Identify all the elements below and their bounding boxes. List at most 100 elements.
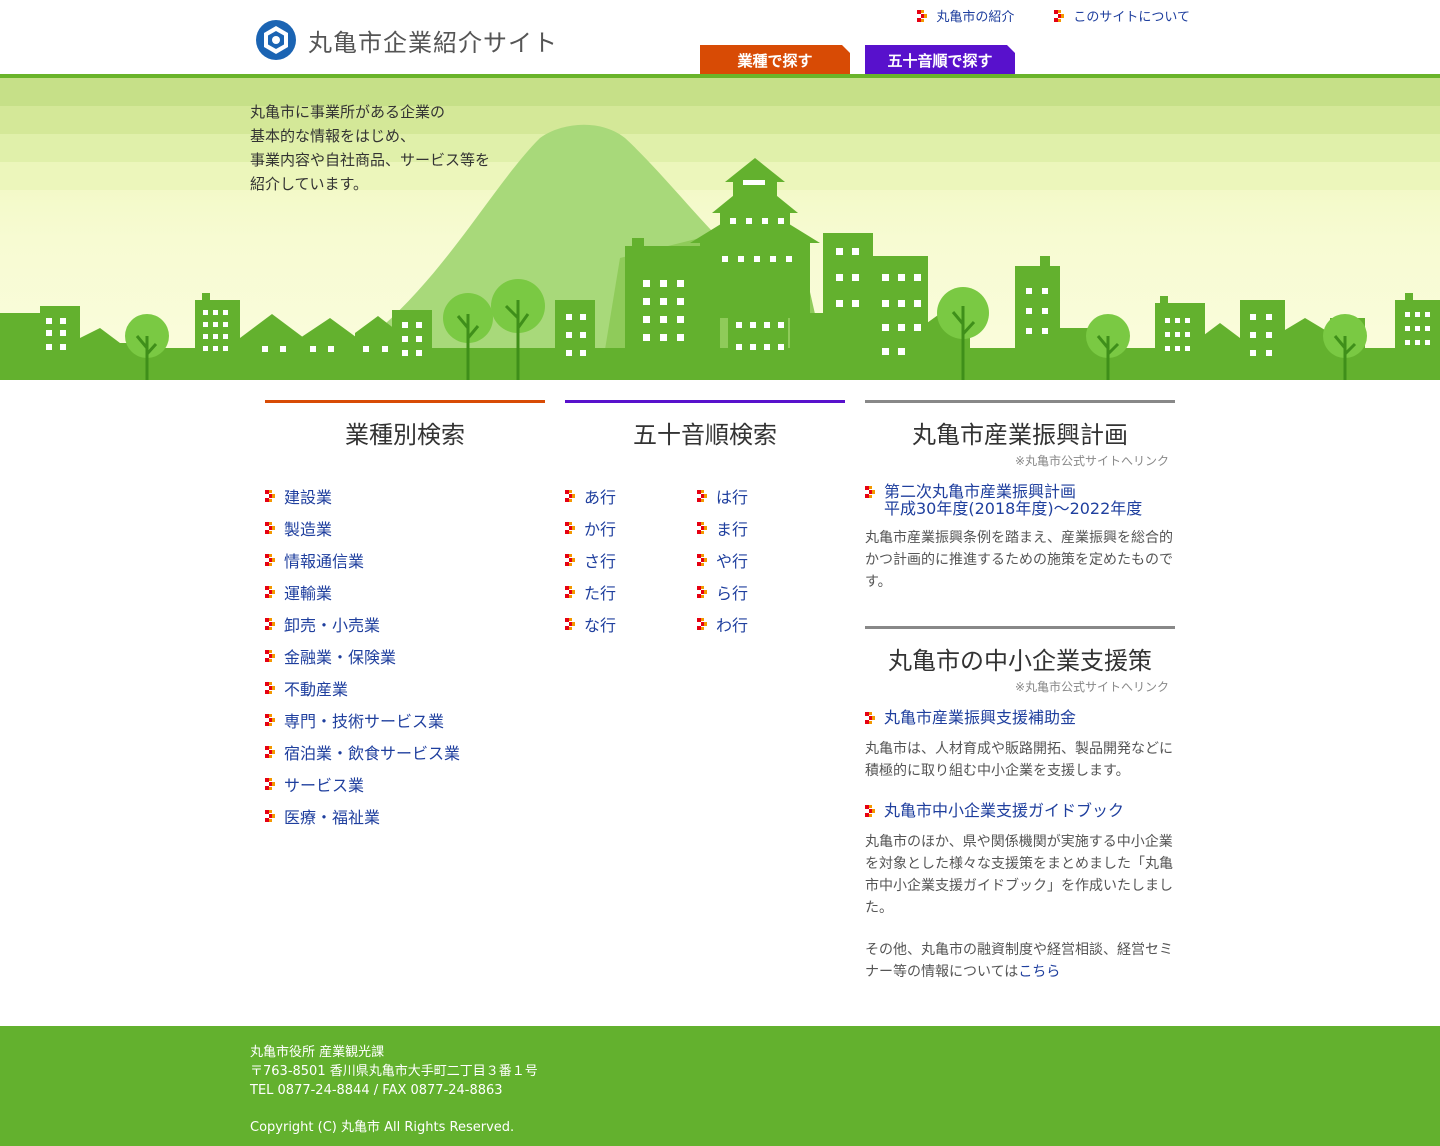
arrow-bullet-icon [697, 586, 707, 598]
kana-link[interactable]: ま行 [697, 512, 829, 544]
arrow-bullet-icon [265, 682, 275, 694]
site-title: 丸亀市企業紹介サイト [308, 28, 558, 57]
arrow-bullet-icon [265, 714, 275, 726]
arrow-bullet-icon [265, 778, 275, 790]
arrow-bullet-icon [697, 490, 707, 502]
industry-link[interactable]: 不動産業 [265, 672, 545, 704]
kana-link-label: ら行 [716, 584, 749, 603]
footer-office: 丸亀市役所 産業観光課 [250, 1045, 385, 1060]
arrow-bullet-icon [265, 586, 275, 598]
arrow-bullet-icon [265, 650, 275, 662]
kana-link-label: か行 [584, 520, 617, 539]
tab-by-industry[interactable]: 業種で探す [700, 45, 850, 75]
city-skyline-illustration [0, 124, 1440, 380]
subsidy-description: 丸亀市は、人材育成や販路開拓、製品開発などに積極的に取り組む中小企業を支援します… [865, 741, 1173, 779]
industry-link-label: 不動産業 [284, 680, 349, 699]
industry-list: 建設業 製造業 情報通信業 運輸業 卸売・小売業 金融業・保険業 不動産業 専門… [265, 480, 545, 832]
industry-plan-link-line: 第二次丸亀市産業振興計画 [884, 482, 1077, 501]
arrow-bullet-icon [265, 554, 275, 566]
link-about-marugame-label: 丸亀市の紹介 [936, 10, 1015, 25]
external-link-note: ※丸亀市公式サイトへリンク [1014, 680, 1169, 694]
hero-line: 事業内容や自社商品、サービス等を [250, 151, 491, 169]
arrow-bullet-icon [697, 618, 707, 630]
kana-grid: あ行 は行 か行 ま行 さ行 や行 た行 ら行 な行 わ行 [565, 480, 845, 640]
industry-plan-link-line: 平成30年度(2018年度)～2022年度 [884, 499, 1143, 518]
industry-link[interactable]: サービス業 [265, 768, 545, 800]
footer-copyright: Copyright (C) 丸亀市 All Rights Reserved. [250, 1120, 515, 1135]
industry-link[interactable]: 製造業 [265, 512, 545, 544]
industry-link[interactable]: 専門・技術サービス業 [265, 704, 545, 736]
footer-phone: TEL 0877-24-8844 / FAX 0877-24-8863 [250, 1083, 503, 1098]
industry-link[interactable]: 建設業 [265, 480, 545, 512]
kana-link[interactable]: た行 [565, 576, 697, 608]
industry-plan-link-text: 第二次丸亀市産業振興計画 平成30年度(2018年度)～2022年度 [884, 483, 1142, 517]
external-link-note: ※丸亀市公式サイトへリンク [1014, 454, 1169, 468]
footer-address: 〒763-8501 香川県丸亀市大手町二丁目３番１号 [250, 1064, 538, 1079]
link-about-site[interactable]: このサイトについて [1054, 6, 1190, 25]
industry-link-label: 金融業・保険業 [284, 648, 397, 667]
sme-support-title: 丸亀市の中小企業支援策 [888, 647, 1152, 675]
industry-link-label: 運輸業 [284, 584, 333, 603]
site-logo[interactable]: 丸亀市企業紹介サイト [256, 20, 558, 60]
industry-link[interactable]: 宿泊業・飲食サービス業 [265, 736, 545, 768]
industry-plan-section: 丸亀市産業振興計画 ※丸亀市公式サイトへリンク 第二次丸亀市産業振興計画 平成3… [865, 400, 1175, 593]
industry-link[interactable]: 金融業・保険業 [265, 640, 545, 672]
sme-support-section: 丸亀市の中小企業支援策 ※丸亀市公式サイトへリンク 丸亀市産業振興支援補助金 丸… [865, 626, 1175, 983]
kana-link[interactable]: か行 [565, 512, 697, 544]
hero-banner: 丸亀市に事業所がある企業の 基本的な情報をはじめ、 事業内容や自社商品、サービス… [0, 78, 1440, 380]
industry-link-label: 建設業 [284, 488, 333, 507]
industry-link-label: 情報通信業 [284, 552, 365, 571]
kana-link[interactable]: あ行 [565, 480, 697, 512]
tab-by-kana[interactable]: 五十音順で探す [865, 45, 1015, 75]
arrow-bullet-icon [1054, 9, 1065, 22]
arrow-bullet-icon [265, 810, 275, 822]
industry-link-label: サービス業 [284, 776, 365, 795]
other-info-link[interactable]: こちら [1018, 964, 1060, 980]
kana-link-label: は行 [716, 488, 749, 507]
industry-search-title: 業種別検索 [345, 421, 465, 449]
industry-plan-title: 丸亀市産業振興計画 [912, 421, 1128, 449]
arrow-bullet-icon [917, 9, 928, 22]
kana-link-label: あ行 [584, 488, 617, 507]
guidebook-link[interactable]: 丸亀市中小企業支援ガイドブック [865, 802, 1175, 819]
kana-link-label: や行 [716, 552, 749, 571]
footer-contact: 丸亀市役所 産業観光課 〒763-8501 香川県丸亀市大手町二丁目３番１号 T… [250, 1043, 538, 1100]
arrow-bullet-icon [265, 618, 275, 630]
kana-link-label: わ行 [716, 616, 749, 635]
kana-link[interactable]: な行 [565, 608, 697, 640]
industry-link[interactable]: 運輸業 [265, 576, 545, 608]
industry-link[interactable]: 情報通信業 [265, 544, 545, 576]
kana-link[interactable]: わ行 [697, 608, 829, 640]
industry-link[interactable]: 医療・福祉業 [265, 800, 545, 832]
subsidy-link[interactable]: 丸亀市産業振興支援補助金 [865, 709, 1175, 726]
industry-link-label: 専門・技術サービス業 [284, 712, 445, 731]
industry-link-label: 卸売・小売業 [284, 616, 381, 635]
industry-search-section: 業種別検索 建設業 製造業 情報通信業 運輸業 卸売・小売業 金融業・保険業 不… [265, 400, 545, 832]
industry-plan-link[interactable]: 第二次丸亀市産業振興計画 平成30年度(2018年度)～2022年度 [865, 483, 1175, 517]
link-about-marugame[interactable]: 丸亀市の紹介 [917, 6, 1014, 25]
subsidy-link-label: 丸亀市産業振興支援補助金 [884, 708, 1077, 727]
arrow-bullet-icon [265, 490, 275, 502]
kana-link[interactable]: さ行 [565, 544, 697, 576]
arrow-bullet-icon [565, 586, 575, 598]
industry-link[interactable]: 卸売・小売業 [265, 608, 545, 640]
hero-intro: 丸亀市に事業所がある企業の 基本的な情報をはじめ、 事業内容や自社商品、サービス… [250, 100, 490, 196]
kana-link[interactable]: は行 [697, 480, 829, 512]
industry-plan-description: 丸亀市産業振興条例を踏まえ、産業振興を総合的かつ計画的に推進するための施策を定め… [865, 530, 1173, 590]
arrow-bullet-icon [865, 712, 875, 724]
guidebook-description: 丸亀市のほか、県や関係機関が実施する中小企業を対象とした様々な支援策をまとめまし… [865, 834, 1173, 916]
kana-search-title: 五十音順検索 [633, 421, 777, 449]
industry-link-label: 宿泊業・飲食サービス業 [284, 744, 461, 763]
kana-link[interactable]: や行 [697, 544, 829, 576]
hero-line: 丸亀市に事業所がある企業の [250, 103, 446, 121]
search-tabs: 業種で探す 五十音順で探す [700, 45, 1015, 75]
hero-line: 紹介しています。 [250, 175, 369, 193]
arrow-bullet-icon [865, 805, 875, 817]
other-info-text: その他、丸亀市の融資制度や経営相談、経営セミナー等の情報についてはこちら [865, 939, 1175, 983]
arrow-bullet-icon [565, 490, 575, 502]
arrow-bullet-icon [265, 522, 275, 534]
site-header: 丸亀市企業紹介サイト 丸亀市の紹介 このサイトについて 業種で探す 五十音順で探… [0, 0, 1440, 78]
kana-search-section: 五十音順検索 あ行 は行 か行 ま行 さ行 や行 た行 ら行 な行 わ行 [565, 400, 845, 640]
kana-link[interactable]: ら行 [697, 576, 829, 608]
link-about-site-label: このサイトについて [1073, 10, 1190, 25]
